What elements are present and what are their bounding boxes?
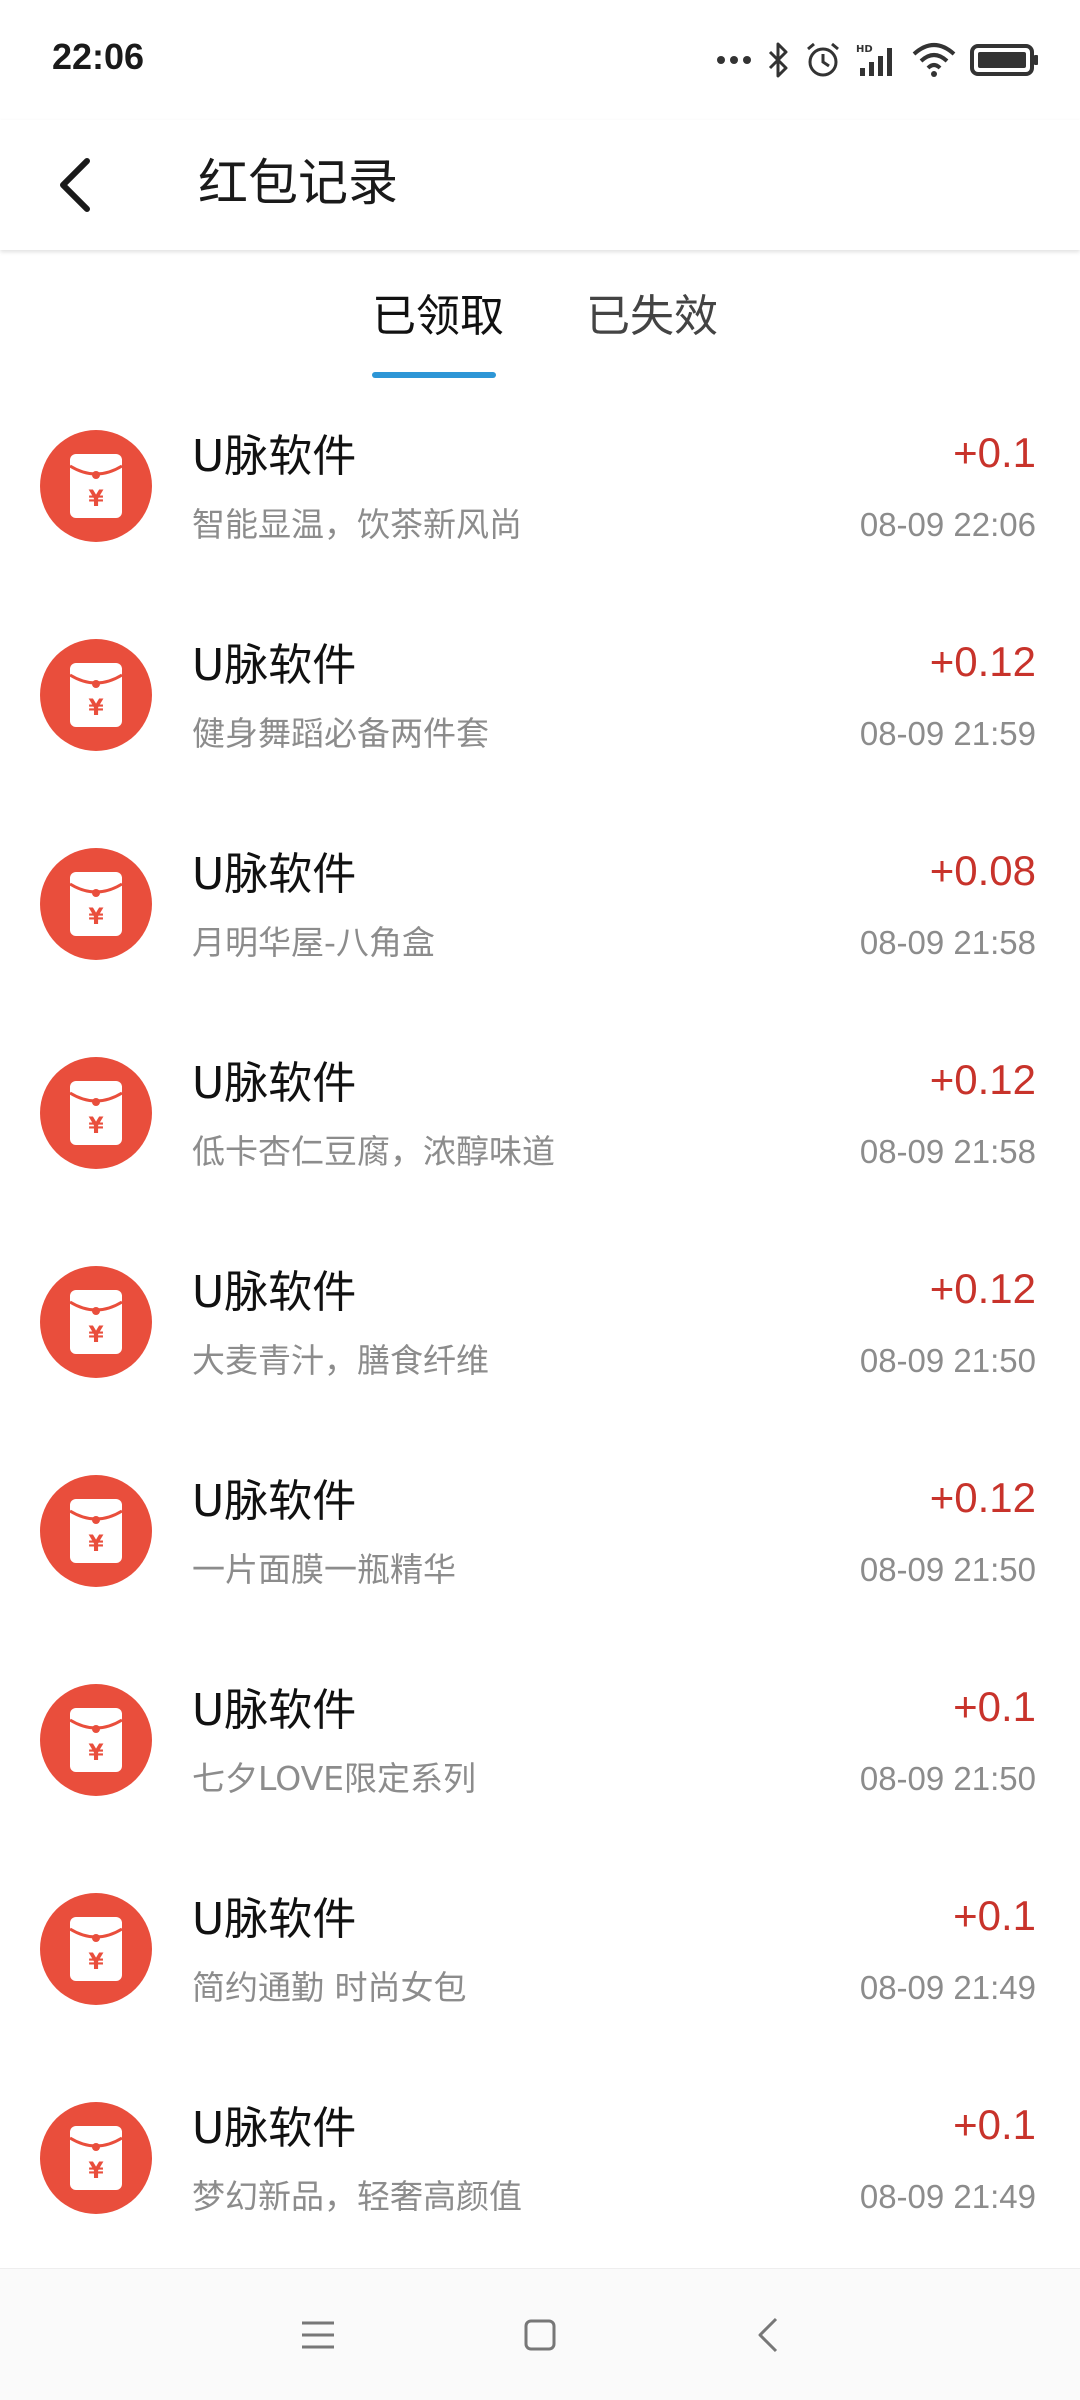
record-amount: +0.12 <box>929 1265 1036 1312</box>
svg-text:¥: ¥ <box>88 1950 104 1975</box>
record-sender: U脉软件 <box>192 640 357 691</box>
menu-icon <box>302 2321 334 2349</box>
record-time: 08-09 21:58 <box>859 1133 1036 1170</box>
record-description: 七夕LOVE限定系列 <box>192 1759 477 1798</box>
svg-text:¥: ¥ <box>88 1741 104 1766</box>
status-icons: HD <box>716 38 1040 82</box>
back-button[interactable] <box>30 140 120 230</box>
status-bar: 22:06 HD <box>0 0 1080 120</box>
active-tab-indicator <box>372 372 496 378</box>
list-item[interactable]: ¥ U脉软件 健身舞蹈必备两件套 +0.12 08-09 21:59 <box>0 589 1080 798</box>
chevron-left-icon <box>60 158 90 212</box>
list-item[interactable]: ¥ U脉软件 简约通勤 时尚女包 +0.1 08-09 21:49 <box>0 1843 1080 2052</box>
svg-text:¥: ¥ <box>88 487 104 512</box>
list-item[interactable]: ¥ U脉软件 智能显温，饮茶新风尚 +0.1 08-09 22:06 <box>0 380 1080 589</box>
home-square-icon <box>524 2319 556 2351</box>
tab-bar: 已领取 已失效 <box>0 250 1080 380</box>
record-time: 08-09 21:50 <box>859 1342 1036 1379</box>
svg-text:¥: ¥ <box>88 905 104 930</box>
record-description: 低卡杏仁豆腐，浓醇味道 <box>192 1132 555 1171</box>
status-time: 22:06 <box>52 36 145 77</box>
record-time: 08-09 22:06 <box>859 506 1036 543</box>
page-title: 红包记录 <box>198 154 398 212</box>
record-sender: U脉软件 <box>192 1267 357 1318</box>
record-time: 08-09 21:50 <box>859 1551 1036 1588</box>
red-packet-icon: ¥ <box>40 1057 152 1169</box>
system-nav-bar <box>0 2268 1080 2400</box>
svg-text:¥: ¥ <box>88 2159 104 2184</box>
record-time: 08-09 21:59 <box>859 715 1036 752</box>
nav-menu-button[interactable] <box>282 2299 354 2371</box>
alarm-icon <box>804 41 842 79</box>
record-description: 月明华屋-八角盒 <box>192 923 435 962</box>
red-packet-icon: ¥ <box>40 2102 152 2214</box>
nav-home-button[interactable] <box>504 2299 576 2371</box>
back-triangle-icon <box>758 2317 778 2353</box>
tab-expired[interactable]: 已失效 <box>586 286 718 348</box>
record-sender: U脉软件 <box>192 849 357 900</box>
record-amount: +0.12 <box>929 638 1036 685</box>
record-description: 智能显温，饮茶新风尚 <box>192 505 522 544</box>
record-amount: +0.12 <box>929 1056 1036 1103</box>
record-sender: U脉软件 <box>192 1894 357 1945</box>
list-item[interactable]: ¥ U脉软件 七夕LOVE限定系列 +0.1 08-09 21:50 <box>0 1634 1080 1843</box>
record-time: 08-09 21:49 <box>859 1969 1036 2006</box>
record-description: 梦幻新品，轻奢高颜值 <box>192 2177 522 2216</box>
svg-text:HD: HD <box>856 44 873 55</box>
red-packet-icon: ¥ <box>40 1684 152 1796</box>
svg-text:¥: ¥ <box>88 1114 104 1139</box>
hd-signal-icon: HD <box>856 42 898 78</box>
bluetooth-icon <box>766 40 790 80</box>
record-amount: +0.08 <box>929 847 1036 894</box>
record-time: 08-09 21:49 <box>859 2178 1036 2215</box>
battery-icon <box>970 43 1040 77</box>
record-amount: +0.1 <box>953 1892 1036 1939</box>
list-item[interactable]: ¥ U脉软件 大麦青汁，膳食纤维 +0.12 08-09 21:50 <box>0 1216 1080 1425</box>
list-item[interactable]: ¥ U脉软件 低卡杏仁豆腐，浓醇味道 +0.12 08-09 21:58 <box>0 1007 1080 1216</box>
record-sender: U脉软件 <box>192 1685 357 1736</box>
record-amount: +0.12 <box>929 1474 1036 1521</box>
record-description: 简约通勤 时尚女包 <box>192 1968 467 2007</box>
svg-text:¥: ¥ <box>88 696 104 721</box>
app-header: 红包记录 <box>0 120 1080 250</box>
record-time: 08-09 21:50 <box>859 1760 1036 1797</box>
more-dots-icon <box>716 54 752 66</box>
red-packet-icon: ¥ <box>40 848 152 960</box>
record-sender: U脉软件 <box>192 1476 357 1527</box>
red-packet-icon: ¥ <box>40 1266 152 1378</box>
red-packet-icon: ¥ <box>40 430 152 542</box>
record-sender: U脉软件 <box>192 2103 357 2154</box>
wifi-icon <box>912 42 956 78</box>
red-packet-icon: ¥ <box>40 639 152 751</box>
record-amount: +0.1 <box>953 2101 1036 2148</box>
red-packet-icon: ¥ <box>40 1893 152 2005</box>
red-packet-icon: ¥ <box>40 1475 152 1587</box>
list-item[interactable]: ¥ U脉软件 一片面膜一瓶精华 +0.12 08-09 21:50 <box>0 1425 1080 1634</box>
record-time: 08-09 21:58 <box>859 924 1036 961</box>
record-amount: +0.1 <box>953 429 1036 476</box>
record-sender: U脉软件 <box>192 1058 357 1109</box>
record-amount: +0.1 <box>953 1683 1036 1730</box>
record-sender: U脉软件 <box>192 431 357 482</box>
svg-text:¥: ¥ <box>88 1532 104 1557</box>
red-packet-record-list: ¥ U脉软件 智能显温，饮茶新风尚 +0.1 08-09 22:06 ¥ U脉软… <box>0 380 1080 2261</box>
list-item[interactable]: ¥ U脉软件 月明华屋-八角盒 +0.08 08-09 21:58 <box>0 798 1080 1007</box>
record-description: 一片面膜一瓶精华 <box>192 1550 456 1589</box>
svg-text:¥: ¥ <box>88 1323 104 1348</box>
tab-received[interactable]: 已领取 <box>372 286 504 348</box>
nav-back-button[interactable] <box>732 2299 804 2371</box>
record-description: 大麦青汁，膳食纤维 <box>192 1341 489 1380</box>
list-item[interactable]: ¥ U脉软件 梦幻新品，轻奢高颜值 +0.1 08-09 21:49 <box>0 2052 1080 2261</box>
record-description: 健身舞蹈必备两件套 <box>192 714 489 753</box>
